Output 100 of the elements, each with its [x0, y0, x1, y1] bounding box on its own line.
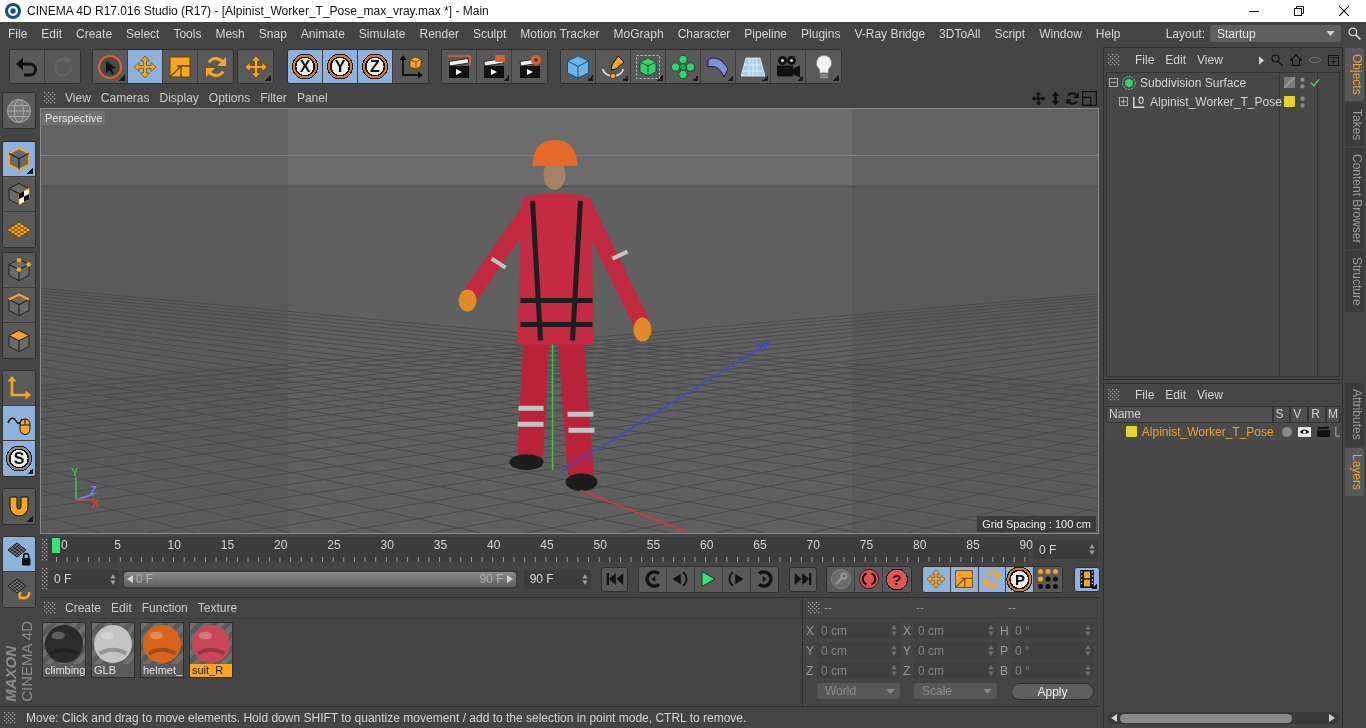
axis-label: Y: [903, 643, 912, 658]
object-name[interactable]: Subdivision Surface: [1140, 75, 1247, 90]
apply-button[interactable]: Apply: [1011, 683, 1094, 700]
menu-item[interactable]: Script: [987, 26, 1033, 41]
cube-button[interactable]: [561, 50, 596, 83]
3d-viewport[interactable]: Perspective Grid Spacing : 100 cm Y Z X: [40, 108, 1099, 534]
globe-button[interactable]: [3, 93, 35, 128]
menu-item[interactable]: Sculpt: [465, 26, 514, 41]
material-name[interactable]: suit_R: [189, 664, 233, 678]
start-frame-field[interactable]: 0 F: [48, 569, 119, 589]
side-tab[interactable]: Layers: [1345, 447, 1364, 496]
rotate-key-button[interactable]: [978, 566, 1007, 592]
menu-item[interactable]: File: [1, 26, 35, 41]
move-tool-button[interactable]: [238, 50, 273, 83]
menu-item[interactable]: Create: [60, 601, 107, 615]
z-axis-button[interactable]: Z: [358, 50, 393, 83]
menu-item[interactable]: View: [60, 91, 96, 105]
menu-item[interactable]: Character: [670, 26, 738, 41]
axis-label: X: [903, 623, 912, 638]
menu-item[interactable]: File: [1135, 387, 1155, 402]
product-logo-text: CINEMA 4D: [19, 621, 35, 702]
layout-label: Layout:: [1165, 26, 1205, 41]
menu-item[interactable]: Options: [203, 91, 256, 105]
material-name[interactable]: GLB: [91, 664, 135, 678]
material-name[interactable]: climbing: [42, 664, 86, 678]
side-tab[interactable]: Structure: [1345, 251, 1364, 313]
magnet-button[interactable]: [3, 489, 35, 524]
material-name[interactable]: helmet_: [140, 664, 184, 678]
menu-item[interactable]: Display: [154, 91, 204, 105]
menu-item[interactable]: View: [1197, 387, 1223, 402]
menu-item[interactable]: Snap: [251, 26, 294, 41]
layout-dropdown[interactable]: Startup: [1210, 25, 1341, 42]
menu-item[interactable]: Render: [412, 26, 466, 41]
column-header[interactable]: R: [1308, 406, 1326, 423]
menu-item[interactable]: Select: [119, 26, 167, 41]
menu-item[interactable]: File: [1135, 53, 1155, 67]
model-mode-button[interactable]: [3, 142, 35, 177]
side-tab[interactable]: Takes: [1345, 102, 1364, 147]
frame-number: 55: [645, 539, 662, 552]
menu-item[interactable]: Pipeline: [737, 26, 795, 41]
expand-menu-button[interactable]: [1259, 55, 1264, 65]
cage-cube-icon: [636, 54, 660, 79]
axis-cube-icon: [398, 54, 423, 79]
selection-tool-button[interactable]: [93, 50, 128, 83]
menu-item[interactable]: Filter: [255, 91, 292, 105]
menu-item[interactable]: 3DToAll: [932, 26, 988, 41]
menu-item[interactable]: Function: [136, 601, 193, 615]
menu-item[interactable]: Mesh: [208, 26, 252, 41]
bracket-icon: [1335, 426, 1340, 437]
menu-item[interactable]: Edit: [34, 26, 70, 41]
move-tool-button[interactable]: [128, 50, 163, 83]
previous-key-button[interactable]: [639, 566, 668, 592]
record-button[interactable]: [827, 566, 856, 592]
render-view-button[interactable]: [442, 50, 477, 83]
axis-button[interactable]: [3, 371, 35, 406]
parameter-key-button[interactable]: P: [1006, 566, 1035, 592]
x-axis-button[interactable]: X: [288, 50, 323, 83]
menu-item[interactable]: View: [1197, 53, 1223, 67]
move-key-button[interactable]: [922, 566, 951, 592]
column-header[interactable]: Name: [1106, 406, 1273, 423]
menu-item[interactable]: Panel: [291, 91, 333, 105]
side-tab[interactable]: Objects: [1345, 48, 1364, 101]
undo-button[interactable]: [10, 50, 45, 83]
menu-item[interactable]: Tools: [166, 26, 209, 41]
end-frame-field[interactable]: 90 F: [523, 569, 592, 589]
menu-item[interactable]: Simulate: [351, 26, 413, 41]
menu-item[interactable]: Texture: [192, 601, 243, 615]
column-header[interactable]: V: [1290, 406, 1309, 423]
menu-item[interactable]: Plugins: [794, 26, 848, 41]
grid-lock-icon: [7, 542, 31, 566]
side-tab[interactable]: Content Browser: [1345, 148, 1364, 250]
menu-item[interactable]: Help: [1088, 26, 1128, 41]
menu-item[interactable]: Cameras: [95, 91, 155, 105]
search-icon: [1271, 54, 1283, 66]
points-mode-button[interactable]: [3, 253, 35, 288]
menu-item[interactable]: Edit: [1165, 53, 1187, 67]
object-name[interactable]: Alpinist_Worker_T_Pose: [1150, 94, 1282, 109]
scrollbar-thumb[interactable]: [1120, 713, 1292, 723]
menu-item[interactable]: Motion Tracker: [513, 26, 607, 41]
go-to-start-button[interactable]: [601, 566, 629, 592]
menu-item[interactable]: Edit: [106, 601, 137, 615]
menu-item[interactable]: Window: [1032, 26, 1089, 41]
side-tab[interactable]: Attributes: [1345, 383, 1364, 446]
menu-item[interactable]: Animate: [293, 26, 352, 41]
snap-button[interactable]: S: [3, 441, 35, 476]
horizontal-scrollbar[interactable]: [1107, 712, 1339, 724]
tweak-button[interactable]: [3, 406, 35, 441]
timeline-button[interactable]: [1074, 566, 1100, 592]
right-arrow-icon: [1329, 714, 1335, 722]
menu-item[interactable]: MoGraph: [606, 26, 671, 41]
y-axis-button[interactable]: Y: [323, 50, 358, 83]
current-frame-field[interactable]: 0 F: [1033, 540, 1098, 559]
menu-item[interactable]: V-Ray Bridge: [847, 26, 933, 41]
menu-item[interactable]: Edit: [1165, 387, 1187, 402]
axis-label: B: [1000, 663, 1009, 678]
help-button[interactable]: ?: [883, 566, 911, 592]
grid-lock-button[interactable]: [3, 537, 35, 572]
scale-key-button[interactable]: [950, 566, 979, 592]
go-to-end-button[interactable]: [789, 566, 818, 592]
menu-item[interactable]: Create: [69, 26, 120, 41]
